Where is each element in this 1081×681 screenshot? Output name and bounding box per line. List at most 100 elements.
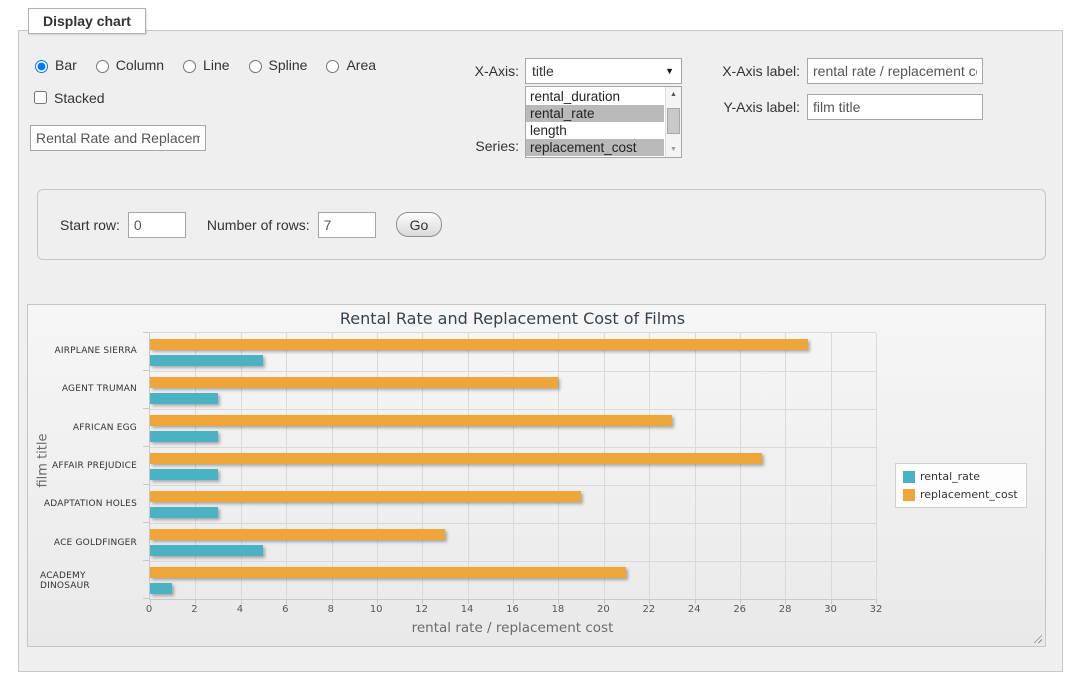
y-tick-mark <box>143 522 149 523</box>
display-chart-panel: Display chart BarColumnLineSplineArea St… <box>18 30 1063 672</box>
row-range-box: Start row: Number of rows: Go <box>37 189 1046 260</box>
num-rows-input[interactable] <box>318 212 376 238</box>
gridline-vertical <box>695 333 696 599</box>
resize-handle-icon[interactable] <box>1031 632 1042 643</box>
bar-replacement_cost[interactable] <box>150 415 672 426</box>
x-tick-label: 2 <box>191 604 197 615</box>
y-tick-mark <box>143 332 149 333</box>
gridline-vertical <box>286 333 287 599</box>
gridline-vertical <box>513 333 514 599</box>
chart-type-line: Line <box>178 57 229 73</box>
chart-type-area: Area <box>321 57 376 73</box>
go-button[interactable]: Go <box>396 212 443 237</box>
category-label: ACADEMY DINOSAUR <box>40 562 143 600</box>
chart-type-bar: Bar <box>30 57 77 73</box>
x-tick-label: 28 <box>779 604 792 615</box>
chart-type-radio-line[interactable] <box>183 60 196 73</box>
x-axis-title: rental rate / replacement cost <box>149 620 876 636</box>
x-tick-label: 8 <box>328 604 334 615</box>
gridline-horizontal <box>150 485 876 486</box>
bar-rental_rate[interactable] <box>150 431 218 442</box>
gridline-vertical <box>468 333 469 599</box>
category-label: ACE GOLDFINGER <box>40 523 143 561</box>
bar-replacement_cost[interactable] <box>150 491 581 502</box>
gridline-horizontal <box>150 409 876 410</box>
x-axis-label-input[interactable] <box>807 58 983 84</box>
chart-title: Rental Rate and Replacement Cost of Film… <box>149 309 876 328</box>
x-tick-label: 6 <box>282 604 288 615</box>
x-tick-labels: 02468101214161820222426283032 <box>149 604 876 617</box>
category-label: AFRICAN EGG <box>40 409 143 447</box>
start-row-input[interactable] <box>128 212 186 238</box>
chart-title-input[interactable] <box>30 125 206 151</box>
chart-legend: rental_rate replacement_cost <box>895 463 1027 508</box>
x-tick-label: 30 <box>824 604 837 615</box>
bar-rental_rate[interactable] <box>150 583 172 594</box>
bar-replacement_cost[interactable] <box>150 339 808 350</box>
bar-rental_rate[interactable] <box>150 355 263 366</box>
legend-label: replacement_cost <box>920 488 1018 501</box>
gridline-vertical <box>604 333 605 599</box>
chart-type-text: Line <box>203 57 229 73</box>
bar-replacement_cost[interactable] <box>150 453 762 464</box>
gridline-vertical <box>377 333 378 599</box>
panel-title: Display chart <box>28 8 146 34</box>
x-tick-label: 26 <box>733 604 746 615</box>
bar-replacement_cost[interactable] <box>150 567 626 578</box>
gridline-vertical <box>876 333 877 599</box>
x-tick-label: 16 <box>506 604 519 615</box>
x-tick-label: 12 <box>415 604 428 615</box>
chart-type-radio-column[interactable] <box>96 60 109 73</box>
x-tick-label: 24 <box>688 604 701 615</box>
legend-item-rental_rate[interactable]: rental_rate <box>903 470 1018 483</box>
gridline-vertical <box>558 333 559 599</box>
stacked-checkbox[interactable] <box>34 91 47 104</box>
x-tick-label: 14 <box>461 604 474 615</box>
x-tick-label: 32 <box>870 604 883 615</box>
y-tick-mark <box>143 446 149 447</box>
y-tick-mark <box>143 598 149 599</box>
gridline-horizontal <box>150 561 876 562</box>
bar-replacement_cost[interactable] <box>150 377 558 388</box>
scroll-down-icon[interactable]: ▼ <box>666 142 681 157</box>
chart-type-radio-bar[interactable] <box>35 60 48 73</box>
y-axis-label-row: Y-Axis label: <box>579 94 983 120</box>
bar-rental_rate[interactable] <box>150 545 263 556</box>
bar-rental_rate[interactable] <box>150 507 218 518</box>
chart-type-spline: Spline <box>244 57 308 73</box>
gridline-vertical <box>649 333 650 599</box>
category-label: ADAPTATION HOLES <box>40 485 143 523</box>
chart-type-text: Bar <box>55 57 77 73</box>
series-label: Series: <box>475 138 519 154</box>
num-rows-label: Number of rows: <box>207 217 310 233</box>
legend-item-replacement_cost[interactable]: replacement_cost <box>903 488 1018 501</box>
legend-label: rental_rate <box>920 470 980 483</box>
gridline-horizontal <box>150 523 876 524</box>
y-tick-mark <box>143 370 149 371</box>
category-labels: AIRPLANE SIERRAAGENT TRUMANAFRICAN EGGAF… <box>40 332 143 600</box>
x-axis-select-label: X-Axis: <box>475 63 519 79</box>
bar-rental_rate[interactable] <box>150 393 218 404</box>
category-label: AGENT TRUMAN <box>40 370 143 408</box>
series-option-length[interactable]: length <box>526 122 664 139</box>
legend-swatch-icon <box>903 489 915 501</box>
y-axis-label-input[interactable] <box>807 94 983 120</box>
chart-type-radio-spline[interactable] <box>249 60 262 73</box>
stacked-row: Stacked <box>30 88 105 107</box>
bar-replacement_cost[interactable] <box>150 529 445 540</box>
chart-type-column: Column <box>91 57 164 73</box>
gridline-vertical <box>241 333 242 599</box>
bar-rental_rate[interactable] <box>150 469 218 480</box>
chart-type-text: Area <box>346 57 376 73</box>
y-tick-mark <box>143 408 149 409</box>
y-tick-mark <box>143 560 149 561</box>
x-axis-label-row: X-Axis label: <box>579 58 983 84</box>
x-tick-label: 4 <box>237 604 243 615</box>
chart-type-radio-area[interactable] <box>326 60 339 73</box>
series-option-replacement_cost[interactable]: replacement_cost <box>526 139 664 156</box>
chart-type-group: Bar Column Line Spline Area <box>30 57 376 73</box>
plot-area <box>149 332 876 600</box>
gridline-vertical <box>740 333 741 599</box>
start-row-label: Start row: <box>60 217 120 233</box>
gridline-vertical <box>831 333 832 599</box>
